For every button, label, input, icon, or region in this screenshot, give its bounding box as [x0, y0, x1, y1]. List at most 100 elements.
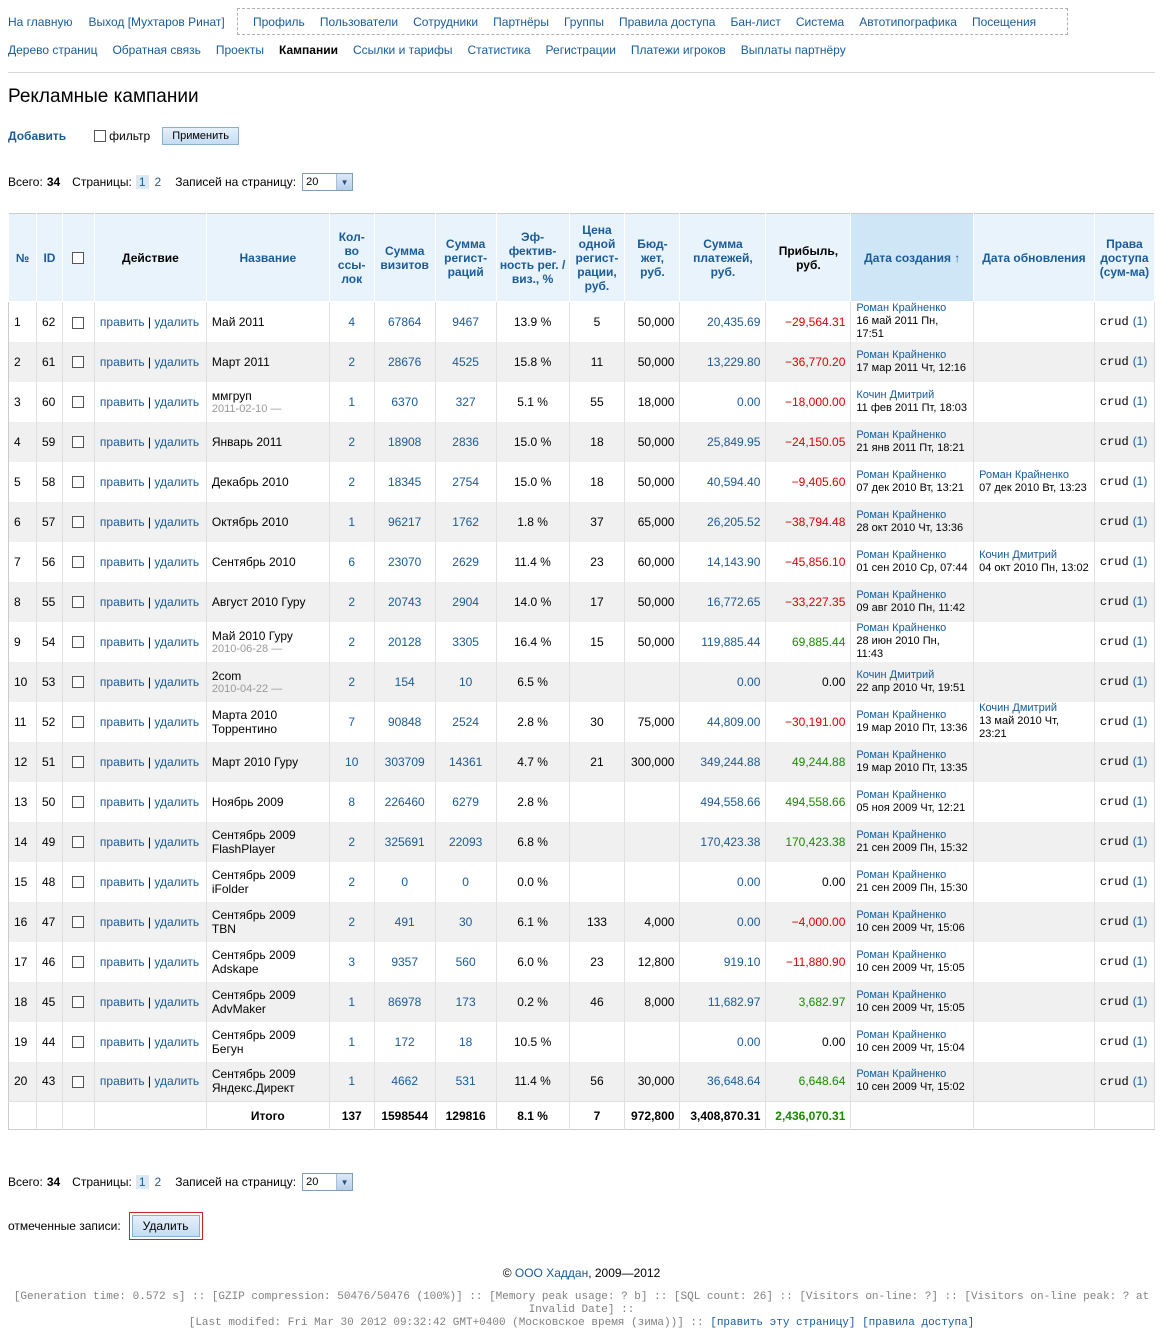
col-num[interactable]: № — [8, 213, 37, 302]
regs-link[interactable]: 14361 — [449, 755, 482, 769]
creator-link[interactable]: Кочин Дмитрий — [856, 389, 968, 402]
visits-link[interactable]: 18908 — [388, 435, 421, 449]
delete-link[interactable]: удалить — [154, 475, 199, 489]
col-name[interactable]: Название — [205, 213, 330, 302]
edit-link[interactable]: править — [100, 635, 145, 649]
links-link[interactable]: 2 — [348, 675, 355, 689]
col-links[interactable]: Кол-во ссы-лок — [328, 213, 375, 302]
admin-nav-item[interactable]: Профиль — [253, 15, 305, 29]
admin-nav-item[interactable]: Система — [796, 15, 844, 29]
payments-link[interactable]: 349,244.88 — [700, 755, 760, 769]
payments-link[interactable]: 25,849.95 — [707, 435, 760, 449]
delete-link[interactable]: удалить — [154, 675, 199, 689]
payments-link[interactable]: 11,682.97 — [708, 995, 761, 1009]
row-checkbox[interactable] — [72, 1076, 85, 1089]
apply-button[interactable]: Применить — [162, 127, 240, 145]
edit-page-link[interactable]: [править эту страницу] — [710, 1317, 855, 1329]
links-link[interactable]: 4 — [348, 315, 355, 329]
links-link[interactable]: 1 — [348, 515, 355, 529]
links-link[interactable]: 3 — [348, 955, 355, 969]
regs-link[interactable]: 2904 — [452, 595, 479, 609]
creator-link[interactable]: Роман Крайненко — [856, 749, 968, 762]
row-checkbox[interactable] — [72, 836, 85, 849]
creator-link[interactable]: Роман Крайненко — [856, 909, 968, 922]
delete-link[interactable]: удалить — [154, 875, 199, 889]
edit-link[interactable]: править — [100, 355, 145, 369]
regs-link[interactable]: 2629 — [452, 555, 479, 569]
updater-link[interactable]: Кочин Дмитрий — [979, 549, 1089, 562]
edit-link[interactable]: править — [100, 755, 145, 769]
delete-link[interactable]: удалить — [154, 515, 199, 529]
visits-link[interactable]: 226460 — [385, 795, 425, 809]
edit-link[interactable]: править — [100, 675, 145, 689]
edit-link[interactable]: править — [100, 955, 145, 969]
visits-link[interactable]: 491 — [395, 915, 415, 929]
row-checkbox[interactable] — [72, 516, 85, 529]
rights-count-link[interactable]: (1) — [1133, 474, 1148, 488]
edit-link[interactable]: править — [100, 595, 145, 609]
row-checkbox[interactable] — [72, 476, 85, 489]
delete-link[interactable]: удалить — [154, 1035, 199, 1049]
delete-link[interactable]: удалить — [154, 1074, 199, 1088]
edit-link[interactable]: править — [100, 875, 145, 889]
col-payments[interactable]: Сумма платежей, руб. — [679, 213, 767, 302]
company-link[interactable]: ООО Хаддан — [515, 1266, 588, 1280]
rights-count-link[interactable]: (1) — [1133, 714, 1148, 728]
updater-link[interactable]: Кочин Дмитрий — [979, 702, 1089, 715]
creator-link[interactable]: Роман Крайненко — [856, 989, 968, 1002]
section-nav-item[interactable]: Дерево страниц — [8, 43, 97, 57]
section-nav-item[interactable]: Статистика — [468, 43, 531, 57]
regs-link[interactable]: 0 — [462, 875, 469, 889]
rights-count-link[interactable]: (1) — [1133, 554, 1148, 568]
payments-link[interactable]: 0.00 — [737, 875, 760, 889]
payments-link[interactable]: 44,809.00 — [707, 715, 760, 729]
page-1-link[interactable]: 1 — [135, 1175, 149, 1189]
regs-link[interactable]: 18 — [459, 1035, 472, 1049]
links-link[interactable]: 1 — [348, 1074, 355, 1088]
payments-link[interactable]: 16,772.65 — [707, 595, 760, 609]
links-link[interactable]: 1 — [348, 1035, 355, 1049]
regs-link[interactable]: 173 — [456, 995, 476, 1009]
payments-link[interactable]: 0.00 — [737, 915, 760, 929]
delete-link[interactable]: удалить — [154, 635, 199, 649]
row-checkbox[interactable] — [72, 636, 85, 649]
links-link[interactable]: 7 — [348, 715, 355, 729]
col-id[interactable]: ID — [35, 213, 63, 302]
delete-link[interactable]: удалить — [154, 395, 199, 409]
creator-link[interactable]: Роман Крайненко — [856, 302, 968, 315]
payments-link[interactable]: 0.00 — [737, 395, 760, 409]
edit-link[interactable]: править — [100, 515, 145, 529]
payments-link[interactable]: 170,423.38 — [700, 835, 760, 849]
links-link[interactable]: 8 — [348, 795, 355, 809]
visits-link[interactable]: 20743 — [388, 595, 421, 609]
delete-link[interactable]: удалить — [154, 995, 199, 1009]
delete-link[interactable]: удалить — [154, 915, 199, 929]
links-link[interactable]: 2 — [348, 355, 355, 369]
rights-count-link[interactable]: (1) — [1133, 794, 1148, 808]
page-2-link[interactable]: 2 — [155, 1175, 162, 1189]
links-link[interactable]: 1 — [348, 995, 355, 1009]
row-checkbox[interactable] — [72, 876, 85, 889]
edit-link[interactable]: править — [100, 715, 145, 729]
visits-link[interactable]: 28676 — [388, 355, 421, 369]
rights-count-link[interactable]: (1) — [1133, 834, 1148, 848]
delete-link[interactable]: удалить — [154, 955, 199, 969]
edit-link[interactable]: править — [100, 555, 145, 569]
admin-nav-item[interactable]: Посещения — [972, 15, 1036, 29]
regs-link[interactable]: 9467 — [452, 315, 479, 329]
links-link[interactable]: 2 — [348, 435, 355, 449]
rights-count-link[interactable]: (1) — [1133, 994, 1148, 1008]
col-rights[interactable]: Права доступа (сум-ма) — [1093, 213, 1156, 302]
payments-link[interactable]: 26,205.52 — [707, 515, 760, 529]
visits-link[interactable]: 90848 — [388, 715, 421, 729]
edit-link[interactable]: править — [100, 395, 145, 409]
creator-link[interactable]: Роман Крайненко — [856, 949, 968, 962]
creator-link[interactable]: Роман Крайненко — [856, 429, 968, 442]
nav-logout-link[interactable]: Выход [Мухтаров Ринат] — [88, 15, 224, 29]
rights-count-link[interactable]: (1) — [1133, 314, 1148, 328]
regs-link[interactable]: 6279 — [452, 795, 479, 809]
links-link[interactable]: 2 — [348, 875, 355, 889]
delete-link[interactable]: удалить — [154, 755, 199, 769]
payments-link[interactable]: 919.10 — [724, 955, 761, 969]
links-link[interactable]: 2 — [348, 915, 355, 929]
